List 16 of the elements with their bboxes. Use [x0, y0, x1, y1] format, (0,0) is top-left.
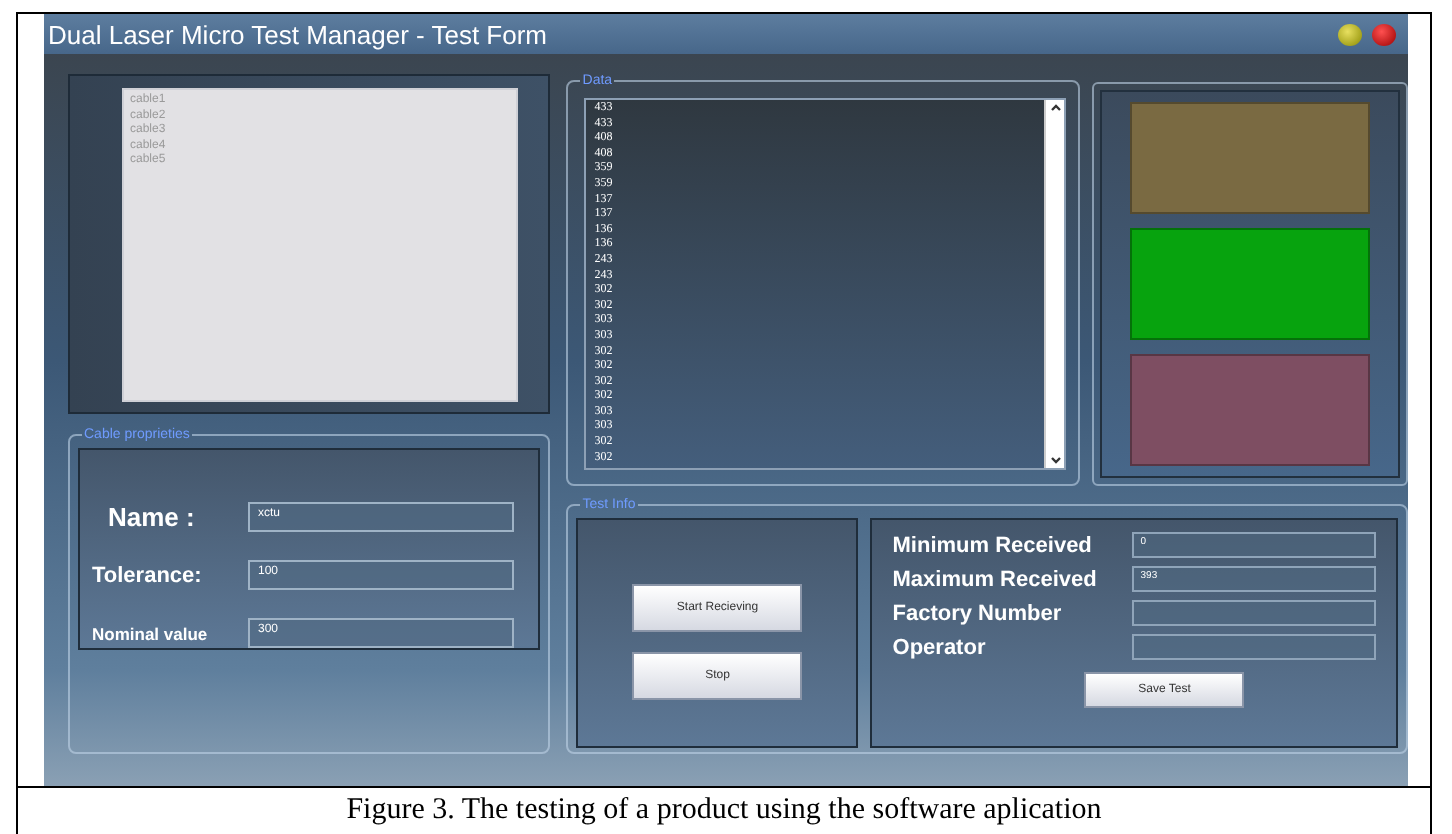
field-label: Factory Number [892, 601, 1064, 625]
field-label: Operator [892, 635, 988, 659]
field-label: Nominal value [92, 623, 210, 643]
field-label: Tolerance: [92, 563, 204, 587]
input-field[interactable] [1132, 634, 1376, 660]
scroll-down-icon[interactable] [1047, 452, 1064, 468]
field-label: Maximum Received [892, 567, 1099, 591]
input-field[interactable] [1132, 600, 1376, 626]
close-button[interactable] [1372, 23, 1396, 45]
scrollbar[interactable] [1044, 100, 1065, 468]
scroll-up-icon[interactable] [1047, 100, 1064, 116]
minimize-button[interactable] [1338, 23, 1362, 45]
field-label: Name : [106, 502, 197, 532]
field-label: Minimum Received [892, 533, 1094, 557]
window-title: Dual Laser Micro Test Manager - Test Form [48, 19, 549, 49]
figure-caption: Figure 3. The testing of a product using the software aplication [346, 794, 1102, 828]
